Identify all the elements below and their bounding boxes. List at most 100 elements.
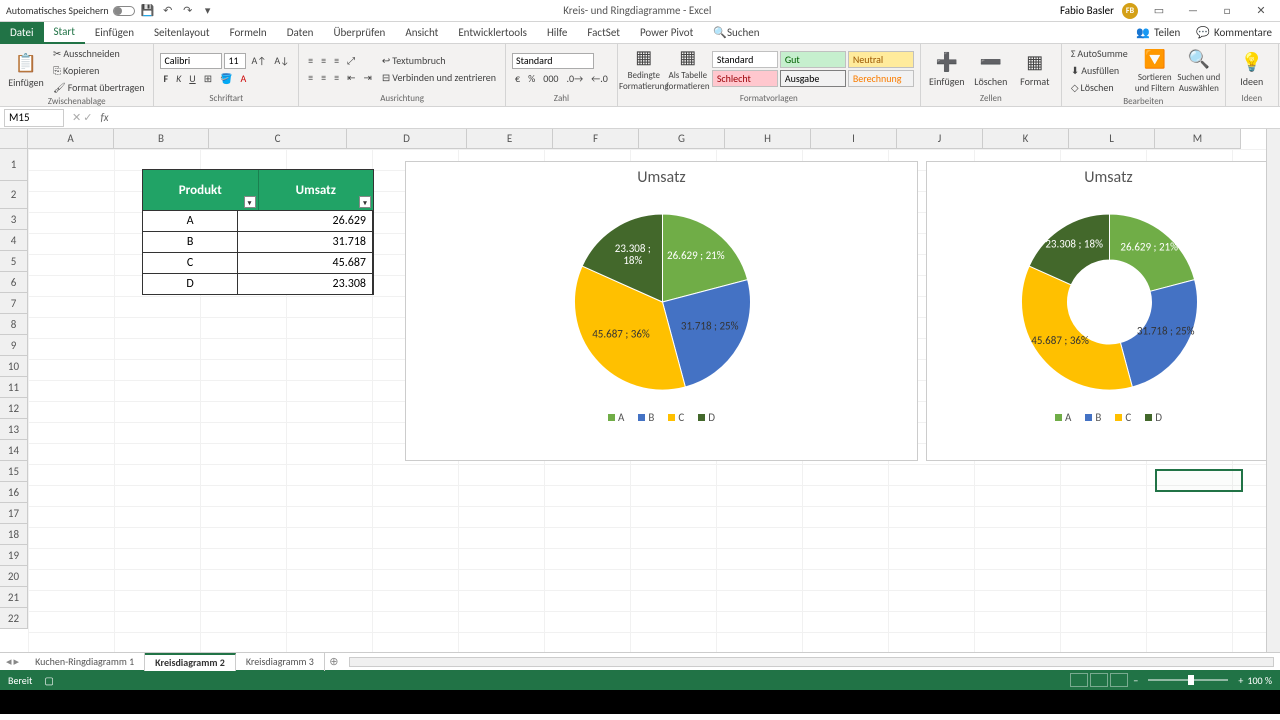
indent-dec-icon[interactable]: ⇤ <box>344 70 358 85</box>
share-button[interactable]: 👥 Teilen <box>1128 26 1188 39</box>
border-button[interactable]: ⊞ <box>201 71 215 86</box>
doughnut-chart[interactable]: Umsatz 26.629 ; 21%31.718 ; 25%45.687 ; … <box>926 161 1280 461</box>
row-header[interactable]: 18 <box>0 524 28 545</box>
autosave-toggle[interactable]: Automatisches Speichern <box>6 4 135 17</box>
comments-button[interactable]: 💬 Kommentare <box>1188 26 1280 39</box>
column-header[interactable]: H <box>725 129 811 149</box>
row-header[interactable]: 21 <box>0 587 28 608</box>
cut-button[interactable]: ✂ Ausschneiden <box>50 46 147 61</box>
fill-button[interactable]: ⬇ Ausfüllen <box>1068 63 1131 78</box>
cancel-formula-icon[interactable]: ✕ <box>72 111 81 124</box>
clear-button[interactable]: ◇ Löschen <box>1068 80 1131 95</box>
minimize-icon[interactable]: — <box>1180 2 1206 20</box>
row-header[interactable]: 2 <box>0 181 28 209</box>
row-header[interactable]: 4 <box>0 230 28 251</box>
row-header[interactable]: 3 <box>0 209 28 230</box>
select-all-button[interactable] <box>0 129 28 149</box>
font-size[interactable]: 11 <box>224 53 246 69</box>
format-painter-button[interactable]: 🖌 Format übertragen <box>50 80 147 95</box>
tab-help[interactable]: Hilfe <box>537 22 577 44</box>
vertical-scrollbar[interactable] <box>1266 129 1280 652</box>
sort-filter-button[interactable]: 🔽Sortieren und Filtern <box>1135 48 1175 94</box>
macro-record-icon[interactable]: ▢ <box>44 674 53 687</box>
fill-color-button[interactable]: 🪣 <box>217 71 235 86</box>
zoom-in-icon[interactable]: + <box>1238 674 1243 687</box>
shrink-font-icon[interactable]: A↓ <box>271 53 292 68</box>
tab-formulas[interactable]: Formeln <box>220 22 277 44</box>
column-header[interactable]: I <box>811 129 897 149</box>
sheet-next-icon[interactable]: ▸ <box>14 655 20 668</box>
view-normal-icon[interactable] <box>1070 673 1088 687</box>
row-header[interactable]: 6 <box>0 272 28 293</box>
fx-icon[interactable]: fx <box>96 111 112 124</box>
tell-me[interactable]: 🔍 Suchen <box>703 22 769 44</box>
font-name[interactable]: Calibri <box>160 53 222 69</box>
row-header[interactable]: 8 <box>0 314 28 335</box>
row-header[interactable]: 20 <box>0 566 28 587</box>
column-header[interactable]: M <box>1155 129 1241 149</box>
tab-powerpivot[interactable]: Power Pivot <box>630 22 703 44</box>
add-sheet-button[interactable]: ⊕ <box>325 655 343 668</box>
column-header[interactable]: J <box>897 129 983 149</box>
maximize-icon[interactable]: □ <box>1214 2 1240 20</box>
style-neutral[interactable]: Neutral <box>848 51 914 68</box>
column-header[interactable]: A <box>28 129 114 149</box>
style-standard[interactable]: Standard <box>712 51 778 68</box>
style-schlecht[interactable]: Schlecht <box>712 70 778 87</box>
column-header[interactable]: F <box>553 129 639 149</box>
table-cell[interactable]: B <box>143 231 238 252</box>
row-header[interactable]: 14 <box>0 440 28 461</box>
row-header[interactable]: 9 <box>0 335 28 356</box>
format-table-button[interactable]: ▦Als Tabelle formatieren <box>668 46 708 92</box>
row-header[interactable]: 15 <box>0 461 28 482</box>
row-header[interactable]: 17 <box>0 503 28 524</box>
sheet-tab[interactable]: Kuchen-Ringdiagramm 1 <box>25 653 145 671</box>
qat-customize-icon[interactable]: ▾ <box>201 4 215 18</box>
table-cell[interactable]: D <box>143 273 238 294</box>
indent-inc-icon[interactable]: ⇥ <box>361 70 375 85</box>
grow-font-icon[interactable]: A↑ <box>248 53 269 68</box>
redo-icon[interactable]: ↷ <box>181 4 195 18</box>
row-header[interactable]: 19 <box>0 545 28 566</box>
merge-button[interactable]: ⊟ Verbinden und zentrieren <box>379 70 499 85</box>
tab-file[interactable]: Datei <box>0 22 44 44</box>
pie-chart[interactable]: Umsatz 26.629 ; 21%31.718 ; 25%45.687 ; … <box>405 161 918 461</box>
find-select-button[interactable]: 🔍Suchen und Auswählen <box>1179 48 1219 94</box>
zoom-out-icon[interactable]: − <box>1133 674 1138 687</box>
table-cell[interactable]: A <box>143 210 238 231</box>
row-header[interactable]: 13 <box>0 419 28 440</box>
row-header[interactable]: 16 <box>0 482 28 503</box>
bold-button[interactable]: F <box>160 71 171 86</box>
delete-cells-button[interactable]: ➖Löschen <box>971 51 1011 88</box>
data-table[interactable]: Produkt▾ Umsatz▾ A26.629 B31.718 C45.687… <box>142 169 374 295</box>
tab-developer[interactable]: Entwicklertools <box>448 22 537 44</box>
column-header[interactable]: C <box>209 129 347 149</box>
filter-icon[interactable]: ▾ <box>359 196 371 208</box>
table-cell[interactable]: 31.718 <box>238 231 373 252</box>
filter-icon[interactable]: ▾ <box>244 196 256 208</box>
row-header[interactable]: 1 <box>0 149 28 181</box>
row-header[interactable]: 10 <box>0 356 28 377</box>
table-cell[interactable]: 26.629 <box>238 210 373 231</box>
enter-formula-icon[interactable]: ✓ <box>83 111 92 124</box>
insert-cells-button[interactable]: ➕Einfügen <box>927 51 967 88</box>
row-header[interactable]: 7 <box>0 293 28 314</box>
comma-icon[interactable]: 000 <box>540 71 561 86</box>
row-header[interactable]: 12 <box>0 398 28 419</box>
name-box[interactable]: M15 <box>4 109 64 127</box>
column-header[interactable]: G <box>639 129 725 149</box>
underline-button[interactable]: U <box>186 71 198 86</box>
column-header[interactable]: D <box>347 129 467 149</box>
ideas-button[interactable]: 💡Ideen <box>1232 51 1272 88</box>
number-format[interactable]: Standard <box>512 53 594 69</box>
style-ausgabe[interactable]: Ausgabe <box>780 70 846 87</box>
column-header[interactable]: E <box>467 129 553 149</box>
tab-data[interactable]: Daten <box>277 22 324 44</box>
align-right-icon[interactable]: ≡ <box>331 70 342 85</box>
formula-input[interactable] <box>113 109 1280 127</box>
autosum-button[interactable]: Σ AutoSumme <box>1068 46 1131 61</box>
save-icon[interactable]: 💾 <box>141 4 155 18</box>
format-cells-button[interactable]: ▦Format <box>1015 51 1055 88</box>
tab-view[interactable]: Ansicht <box>395 22 448 44</box>
align-left-icon[interactable]: ≡ <box>305 70 316 85</box>
